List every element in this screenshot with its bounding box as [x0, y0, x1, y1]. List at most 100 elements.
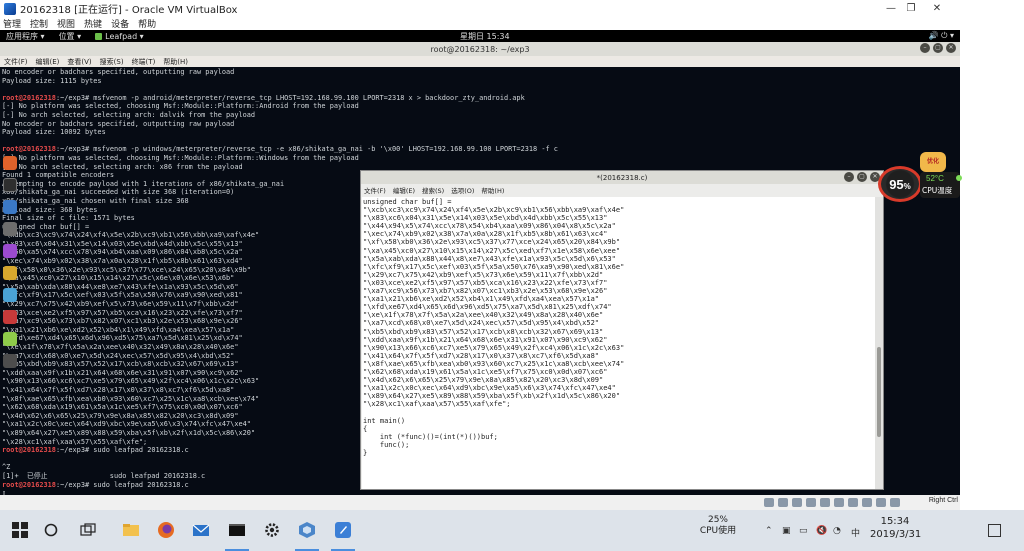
- mail-icon[interactable]: [190, 519, 212, 541]
- taskbar-date: 2019/3/31: [870, 529, 922, 540]
- taskbar-clock[interactable]: 15:34 2019/3/31: [870, 515, 922, 541]
- leafpad-menu-options[interactable]: 选项(O): [451, 185, 474, 195]
- leafpad-scrollbar[interactable]: [875, 197, 883, 489]
- terminal-prompt-line: root@20162318:~/exp3# msfvenom -p window…: [2, 145, 958, 154]
- terminal-close-button[interactable]: ✕: [946, 43, 956, 53]
- cortana-icon[interactable]: [40, 519, 62, 541]
- terminal-prompt-line: root@20162318:~/exp3# msfvenom -p androi…: [2, 94, 958, 103]
- maltego-icon[interactable]: [3, 288, 17, 302]
- leafpad-text-area[interactable]: unsigned char buf[] = "\xcb\xc3\xc9\x74\x…: [362, 197, 876, 489]
- terminal-line-text: x86/shikata_ga_nai chosen with final siz…: [2, 196, 189, 205]
- recording-icon[interactable]: [862, 498, 872, 507]
- leafpad-titlebar: *(20162318.c) – ▢ ✕: [361, 171, 883, 184]
- leafpad-maximize-button[interactable]: ▢: [857, 172, 867, 182]
- applications-menu[interactable]: 应用程序 ▾: [6, 31, 45, 42]
- gnome-dock: [0, 148, 20, 478]
- task-view-icon[interactable]: [77, 519, 99, 541]
- battery-icon[interactable]: ▭: [799, 526, 808, 536]
- firefox-icon[interactable]: [3, 156, 17, 170]
- terminal-line-text: "\x5a\xab\xda\x88\x44\xe8\xe7\x43\xfe\x1…: [2, 282, 239, 291]
- cpu-activity-icon[interactable]: [876, 498, 886, 507]
- leafpad-minimize-button[interactable]: –: [844, 172, 854, 182]
- leafpad-app-menu[interactable]: Leafpad ▾: [95, 32, 144, 41]
- terminal-minimize-button[interactable]: –: [920, 43, 930, 53]
- terminal-line-text: "\xa\x45\xc0\x27\x10\x15\x14\x27\x5c\x6e…: [2, 274, 235, 283]
- terminal-line-text: [-] No arch selected, selecting arch: da…: [2, 110, 256, 119]
- armitage-icon[interactable]: [3, 310, 17, 324]
- terminal-line-text: x86/shikata_ga_nai succeeded with size 3…: [2, 188, 235, 197]
- leafpad-menu-help[interactable]: 帮助(H): [481, 185, 504, 195]
- harddisk-icon[interactable]: [764, 498, 774, 507]
- network-tray-icon[interactable]: ◔: [833, 526, 841, 536]
- show-apps-icon[interactable]: [3, 354, 17, 368]
- editor-line: func();: [363, 440, 410, 449]
- volume-muted-icon[interactable]: 🔇: [816, 526, 827, 536]
- editor-line: "\x4d\x62\x6\x65\x25\x79\x9e\x8a\x85\x82…: [363, 376, 604, 385]
- windows-start-icon[interactable]: [9, 519, 31, 541]
- action-center-icon[interactable]: [988, 524, 1001, 537]
- editor-line: "\x5a\xab\xda\x88\x44\x8\xe7\x43\xfe\x1a…: [363, 254, 616, 263]
- places-menu[interactable]: 位置 ▾: [59, 31, 82, 42]
- terminal-prompt: root@20162318: [2, 480, 56, 489]
- leafpad-menu-file[interactable]: 文件(F): [364, 185, 386, 195]
- firefox-taskbar-icon[interactable]: [155, 519, 177, 541]
- menu-help[interactable]: 帮助: [138, 17, 156, 30]
- editor-line: "\xe\x1f\x78\x7f\x5a\x2a\xee\x40\x32\x49…: [363, 311, 604, 320]
- editor-line: "\xb5\xbd\xb9\x83\x57\x52\x17\xcb\x8\xcb…: [363, 327, 604, 336]
- leafpad-window-controls: – ▢ ✕: [841, 172, 880, 182]
- optical-drive-icon[interactable]: [778, 498, 788, 507]
- terminal-menu-terminal[interactable]: 终端(T): [132, 57, 156, 67]
- shared-folder-icon[interactable]: [834, 498, 844, 507]
- settings-icon[interactable]: [3, 222, 17, 236]
- editor-line: "\x62\x68\xda\x19\x61\x5a\x1c\xe5\xf7\x7…: [363, 367, 608, 376]
- leafpad-icon: [95, 32, 103, 40]
- virtualbox-taskbar-icon[interactable]: [296, 519, 318, 541]
- editor-line: "\x8f\xae\x65\xfb\xea\xb0\x93\x60\xc7\x2…: [363, 359, 625, 368]
- app-icon[interactable]: [3, 244, 17, 258]
- menu-view[interactable]: 视图: [57, 17, 75, 30]
- leafpad-scrollbar-thumb[interactable]: [877, 347, 881, 437]
- notes-taskbar-icon[interactable]: [332, 519, 354, 541]
- optimize-mascot-icon[interactable]: 优化: [920, 152, 946, 172]
- menu-devices[interactable]: 设备: [111, 17, 129, 30]
- terminal-menu-search[interactable]: 搜索(S): [100, 57, 124, 67]
- virtualbox-device-icons: [760, 498, 900, 507]
- terminal-maximize-button[interactable]: ▢: [933, 43, 943, 53]
- menu-hotkeys[interactable]: 热键: [84, 17, 102, 30]
- terminal-menu-edit[interactable]: 编辑(E): [36, 57, 60, 67]
- virtualbox-logo-icon: [4, 2, 16, 15]
- terminal-line-text: "\xa1\x2c\x0c\xec\x64\xd9\xbc\x9e\xa5\x6…: [2, 420, 251, 429]
- tray-app-icon[interactable]: ▣: [782, 526, 791, 536]
- cpu-temperature-widget[interactable]: 52°C CPU温度: [920, 172, 962, 198]
- audio-icon[interactable]: [792, 498, 802, 507]
- mouse-integration-icon[interactable]: [890, 498, 900, 507]
- settings-taskbar-icon[interactable]: [261, 519, 283, 541]
- system-status-tray[interactable]: 🔊 ⏻ ▾: [929, 31, 954, 41]
- terminal-line-text: :~/exp3# msfvenom -p android/meterpreter…: [55, 93, 525, 102]
- tray-overflow-icon[interactable]: ⌃: [765, 526, 773, 536]
- leafpad-dock-icon[interactable]: [3, 332, 17, 346]
- file-explorer-icon[interactable]: [120, 519, 142, 541]
- close-button[interactable]: ✕: [914, 0, 960, 17]
- files-icon[interactable]: [3, 200, 17, 214]
- terminal-menu-view[interactable]: 查看(V): [67, 57, 91, 67]
- leafpad-menu-edit[interactable]: 编辑(E): [393, 185, 415, 195]
- cpu-usage-gauge[interactable]: 95%: [878, 166, 922, 202]
- terminal-icon[interactable]: [3, 178, 17, 192]
- gnome-clock[interactable]: 星期日 15:34: [460, 31, 510, 42]
- input-method-indicator[interactable]: 中: [851, 526, 860, 539]
- leafpad-menu-search[interactable]: 搜索(S): [422, 185, 444, 195]
- menu-manage[interactable]: 管理: [3, 17, 21, 30]
- menu-control[interactable]: 控制: [30, 17, 48, 30]
- taskbar-cpu-usage[interactable]: 25% CPU使用: [698, 515, 738, 537]
- terminal-line-text: Payload size: 1115 bytes: [2, 76, 102, 85]
- editor-line: "\x44\x94\x5\x74\xcc\x78\x54\xb4\xaa\x09…: [363, 222, 616, 231]
- display-icon[interactable]: [848, 498, 858, 507]
- usb-icon[interactable]: [820, 498, 830, 507]
- terminal-line-text: No encoder or badchars specified, output…: [2, 68, 235, 76]
- terminal-taskbar-icon[interactable]: [226, 519, 248, 541]
- terminal-menu-file[interactable]: 文件(F): [4, 57, 28, 67]
- network-icon[interactable]: [806, 498, 816, 507]
- burp-icon[interactable]: [3, 266, 17, 280]
- terminal-menu-help[interactable]: 帮助(H): [163, 57, 188, 67]
